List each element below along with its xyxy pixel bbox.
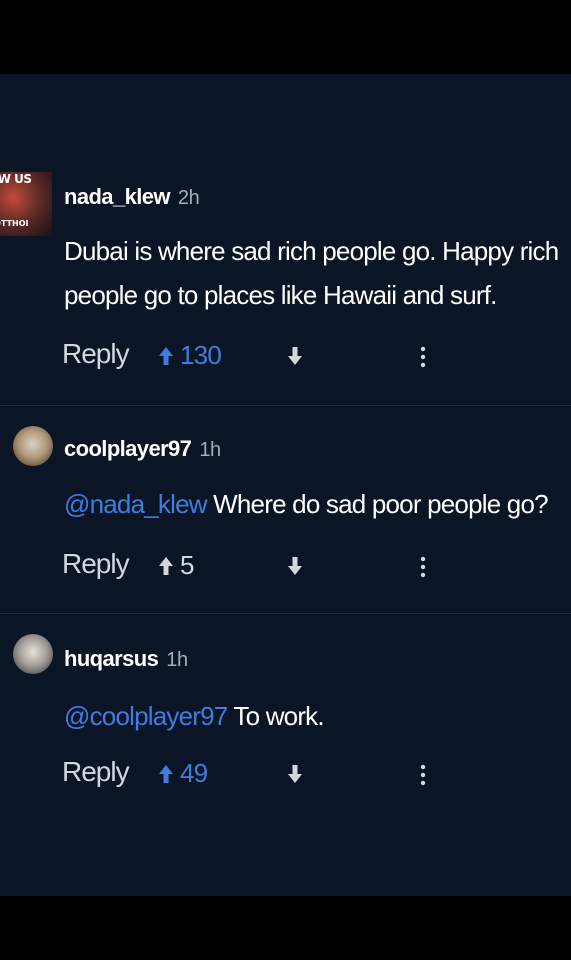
comment-actions: Reply 49	[0, 754, 571, 794]
comment-text: To work.	[233, 701, 324, 731]
timestamp: 1h	[199, 439, 221, 461]
vote-score: 5	[180, 550, 194, 580]
more-vertical-icon[interactable]	[418, 346, 428, 368]
user-mention-link[interactable]: @coolplayer97	[64, 701, 228, 731]
comment-body: @nada_klew Where do sad poor people go?	[64, 482, 564, 526]
comment-body: Dubai is where sad rich people go. Happy…	[64, 229, 564, 317]
avatar[interactable]	[13, 426, 53, 466]
more-vertical-icon[interactable]	[418, 764, 428, 786]
comment-header: huqarsus 1h	[64, 646, 188, 672]
user-mention-link[interactable]: @nada_klew	[64, 489, 208, 519]
more-vertical-icon[interactable]	[418, 556, 428, 578]
username[interactable]: coolplayer97	[64, 436, 192, 462]
avatar-caption-bottom: ROTTHOI	[0, 219, 29, 228]
comment-header: coolplayer97 1h	[64, 436, 221, 462]
avatar[interactable]	[13, 634, 53, 674]
comment-header: nada_klew 2h	[64, 184, 200, 210]
username[interactable]: nada_klew	[64, 184, 170, 210]
comment-body-line: Dubai is where sad rich people go. Happy…	[64, 236, 559, 266]
reply-button[interactable]: Reply	[62, 338, 130, 370]
avatar[interactable]: OW US ROTTHOI	[0, 172, 52, 236]
divider	[0, 613, 571, 614]
top-black-bar	[0, 0, 571, 74]
vote-score: 130	[180, 340, 222, 370]
comment-body: @coolplayer97 To work.	[64, 694, 564, 738]
arrow-down-icon[interactable]	[287, 764, 303, 784]
reply-button[interactable]: Reply	[62, 548, 130, 580]
comment-text: Where do sad poor people go?	[213, 489, 548, 519]
comment-body-line: people go to places like Hawaii and surf…	[64, 280, 497, 310]
arrow-down-icon[interactable]	[287, 346, 303, 366]
divider	[0, 405, 571, 406]
vote-score: 49	[180, 758, 208, 788]
comment-thread: OW US ROTTHOI nada_klew 2h Dubai is wher…	[0, 74, 571, 896]
avatar-caption-top: OW US	[0, 172, 32, 186]
reply-button[interactable]: Reply	[62, 756, 130, 788]
username[interactable]: huqarsus	[64, 646, 159, 672]
arrow-down-icon[interactable]	[287, 556, 303, 576]
comment-actions: Reply 130	[0, 336, 571, 376]
bottom-black-bar	[0, 896, 571, 960]
comment-actions: Reply 5	[0, 546, 571, 586]
arrow-up-icon[interactable]	[158, 556, 174, 576]
arrow-up-icon[interactable]	[158, 764, 174, 784]
arrow-up-icon[interactable]	[158, 346, 174, 366]
timestamp: 2h	[177, 187, 200, 209]
timestamp: 1h	[166, 649, 188, 671]
